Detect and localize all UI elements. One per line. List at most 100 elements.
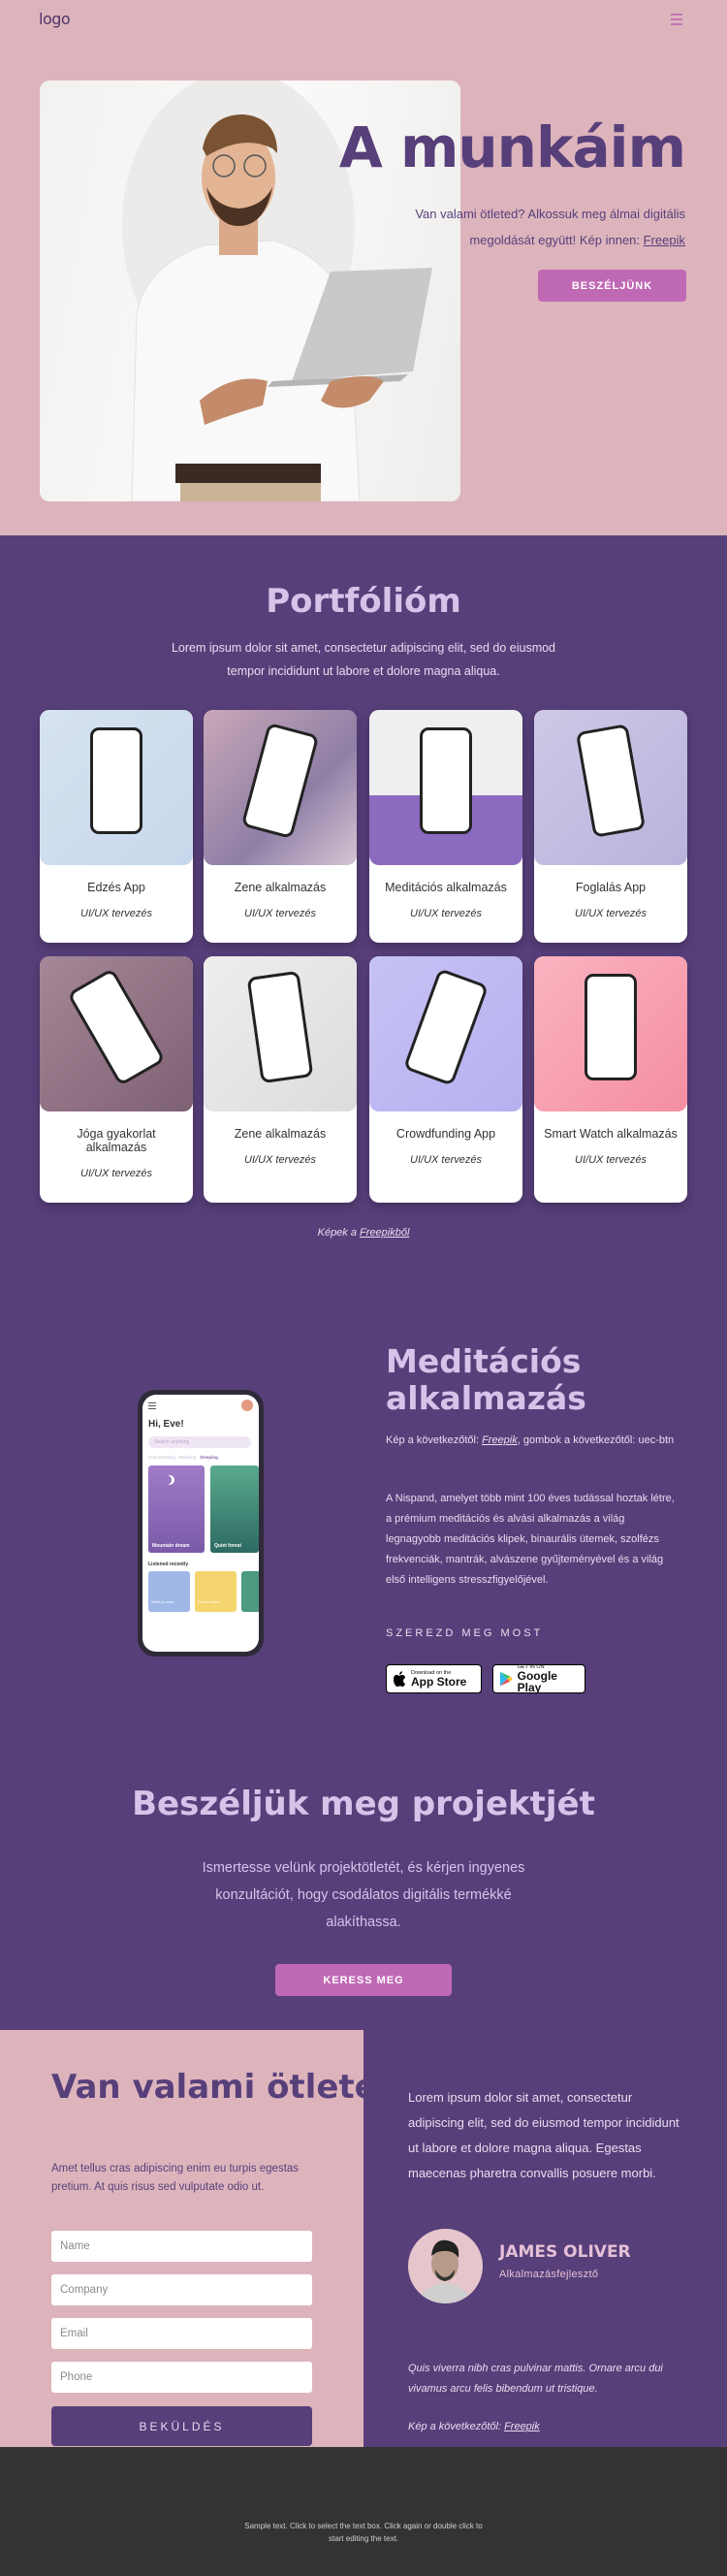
meditation-phone-mockup: Hi, Eve! Search anything Concentrating R… (138, 1390, 264, 1657)
footer: Sample text. Click to select the text bo… (0, 2447, 727, 2576)
get-now-label: SZEREZD MEG MOST (386, 1627, 544, 1639)
phone-search: Search anything (148, 1436, 251, 1448)
phone-card-title: Quiet forest (214, 1543, 242, 1549)
app-store-big: App Store (411, 1675, 467, 1689)
contact-me-button[interactable]: KERESS MEG (275, 1964, 452, 1996)
phone-mockup (67, 967, 166, 1087)
hero-title: A munkáim (338, 114, 686, 180)
avatar (241, 1400, 253, 1411)
portfolio-card[interactable]: Foglalás App UI/UX tervezés (534, 710, 687, 943)
portfolio-card-tag: UI/UX tervezés (575, 1154, 647, 1166)
credit-prefix: Kép a következőtől: (408, 2421, 505, 2432)
freepik-link[interactable]: Freepik (504, 2421, 540, 2432)
credit-prefix: Kép a következőtől: (386, 1434, 483, 1446)
name-input[interactable] (51, 2231, 312, 2262)
portfolio-card-image (369, 710, 522, 865)
footer-text[interactable]: Sample text. Click to select the text bo… (242, 2520, 485, 2545)
portfolio-card[interactable]: Jóga gyakorlat alkalmazás UI/UX tervezés (40, 956, 193, 1203)
person-avatar (408, 2229, 483, 2303)
google-play-button[interactable]: GET IN ON Google Play (492, 1664, 585, 1693)
company-input[interactable] (51, 2274, 312, 2305)
moon-icon (162, 1475, 172, 1485)
logo[interactable]: logo (39, 10, 71, 28)
menu-icon (148, 1402, 156, 1409)
lets-talk-button[interactable]: BESZÉLJÜNK (538, 270, 686, 302)
portfolio-card[interactable]: Edzés App UI/UX tervezés (40, 710, 193, 943)
meditation-credit: Kép a következőtől: Freepik, gombok a kö… (386, 1431, 677, 1450)
phone-mockup (585, 974, 637, 1080)
testimonial-quote: Quis viverra nibh cras pulvinar mattis. … (408, 2363, 663, 2395)
credit-prefix: Képek a (317, 1227, 361, 1239)
phone-mockup (90, 727, 142, 834)
hero-section: logo A munkáim Van valami ötleted? Alkos… (0, 0, 727, 535)
phone-mockup (420, 727, 472, 834)
phone-input[interactable] (51, 2362, 312, 2393)
meditation-title: Meditációs alkalmazás (386, 1342, 586, 1417)
phone-tabs: Concentrating Relaxing Sleeping (148, 1455, 218, 1460)
freepik-link[interactable]: Freepik (482, 1434, 518, 1446)
portfolio-card-image (534, 956, 687, 1111)
portfolio-title: Portfólióm (266, 582, 461, 621)
hamburger-menu-icon[interactable] (671, 14, 682, 27)
testimonial-credit: Kép a következőtől: Freepik (408, 2421, 540, 2432)
phone-tab: Concentrating (148, 1455, 176, 1460)
recent-card (241, 1571, 259, 1612)
email-input[interactable] (51, 2318, 312, 2349)
portfolio-credit: Képek a Freepikből (0, 1227, 727, 1239)
credit-suffix: , gombok a következőtől: uec-btn (517, 1434, 675, 1446)
portfolio-card-tag: UI/UX tervezés (244, 1154, 316, 1166)
freepik-link[interactable]: Freepik (644, 233, 685, 247)
portfolio-card-title: Edzés App (87, 881, 145, 894)
phone-mockup (402, 968, 490, 1086)
portfolio-card-image (40, 956, 193, 1111)
apple-icon (394, 1671, 405, 1687)
contact-title: Van valami ötlete? (51, 2068, 396, 2107)
phone-screen: Hi, Eve! Search anything Concentrating R… (142, 1395, 259, 1652)
submit-button[interactable]: BEKÜLDÉS (51, 2406, 312, 2446)
portfolio-card-title: Foglalás App (575, 881, 647, 894)
google-play-icon (499, 1671, 513, 1687)
portfolio-card[interactable]: Zene alkalmazás UI/UX tervezés (204, 710, 357, 943)
portfolio-card-tag: UI/UX tervezés (410, 908, 482, 919)
hero-description: Van valami ötleted? Alkossuk meg álmai d… (365, 201, 685, 253)
phone-card: Quiet forest (210, 1465, 259, 1553)
greeting: Hi, Eve! (148, 1419, 184, 1430)
phone-mockup (246, 970, 314, 1084)
recent-card: Flower scent (195, 1571, 237, 1612)
portfolio-card-title: Jóga gyakorlat alkalmazás (77, 1127, 156, 1154)
recent-title: Flower scent (198, 1599, 220, 1604)
cta-title: Beszéljük meg projektjét (132, 1785, 595, 1823)
portfolio-card-tag: UI/UX tervezés (244, 908, 316, 919)
meditation-description: A Nispand, amelyet több mint 100 éves tu… (386, 1493, 675, 1586)
portfolio-card-image (204, 710, 357, 865)
portfolio-card-image (369, 956, 522, 1111)
phone-mockup (575, 724, 647, 838)
portfolio-card-title: Crowdfunding App (395, 1127, 496, 1141)
portfolio-card-title: Meditációs alkalmazás (385, 881, 507, 894)
google-play-big: Google Play (517, 1669, 557, 1694)
portfolio-card[interactable]: Meditációs alkalmazás UI/UX tervezés (369, 710, 522, 943)
app-store-button[interactable]: Download on the App Store (386, 1664, 482, 1693)
phone-tab: Relaxing (178, 1455, 197, 1460)
person-role: Alkalmazásfejlesztő (499, 2269, 599, 2280)
portfolio-card-title: Smart Watch alkalmazás (544, 1127, 678, 1141)
recent-card: Wind journey (148, 1571, 190, 1612)
portfolio-card-tag: UI/UX tervezés (80, 908, 152, 919)
portfolio-subtitle: Lorem ipsum dolor sit amet, consectetur … (171, 641, 556, 678)
phone-card-title: Mountain dream (152, 1543, 190, 1549)
portfolio-card-tag: UI/UX tervezés (80, 1168, 152, 1179)
phone-card: Mountain dream (148, 1465, 205, 1553)
portfolio-card[interactable]: Smart Watch alkalmazás UI/UX tervezés (534, 956, 687, 1203)
portfolio-card-tag: UI/UX tervezés (410, 1154, 482, 1166)
testimonial-text: Lorem ipsum dolor sit amet, consectetur … (408, 2090, 680, 2180)
freepik-link[interactable]: Freepikből (360, 1227, 409, 1239)
phone-mockup (240, 722, 320, 840)
person-photo (418, 2239, 472, 2303)
contact-subtitle: Amet tellus cras adipiscing enim eu turp… (51, 2163, 300, 2193)
portfolio-card-title: Zene alkalmazás (234, 881, 327, 894)
portfolio-card-title: Zene alkalmazás (234, 1127, 327, 1141)
portfolio-card[interactable]: Zene alkalmazás UI/UX tervezés (204, 956, 357, 1203)
person-name: JAMES OLIVER (499, 2242, 631, 2262)
recent-label: Listened recently (148, 1562, 189, 1567)
portfolio-card[interactable]: Crowdfunding App UI/UX tervezés (369, 956, 522, 1203)
